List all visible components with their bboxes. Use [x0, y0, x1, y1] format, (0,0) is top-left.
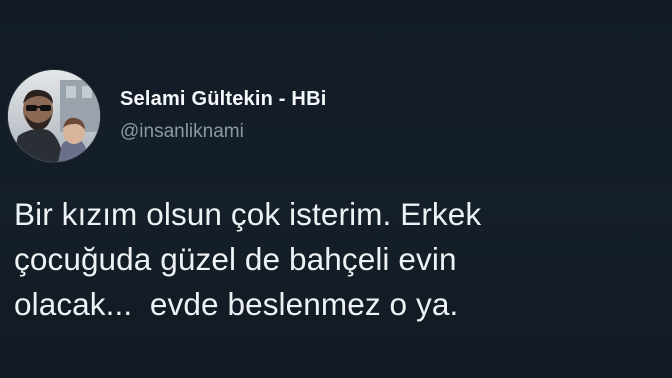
author-handle[interactable]: @insanliknami	[120, 121, 244, 143]
author-avatar[interactable]	[8, 70, 100, 162]
author-display-name[interactable]: Selami Gültekin - HBi	[120, 88, 326, 111]
tweet-body: Bir kızım olsun çok isterim. Erkek çocuğ…	[14, 192, 664, 327]
tweet-card: Selami Gültekin - HBi @insanliknami Bir …	[0, 0, 672, 378]
tweet-text-line: çocuğuda güzel de bahçeli evin	[14, 241, 457, 277]
tweet-text-line: olacak... evde beslenmez o ya.	[14, 286, 459, 322]
tweet-text-line: Bir kızım olsun çok isterim. Erkek	[14, 196, 482, 232]
profile-photo-avatar-icon	[8, 70, 100, 162]
